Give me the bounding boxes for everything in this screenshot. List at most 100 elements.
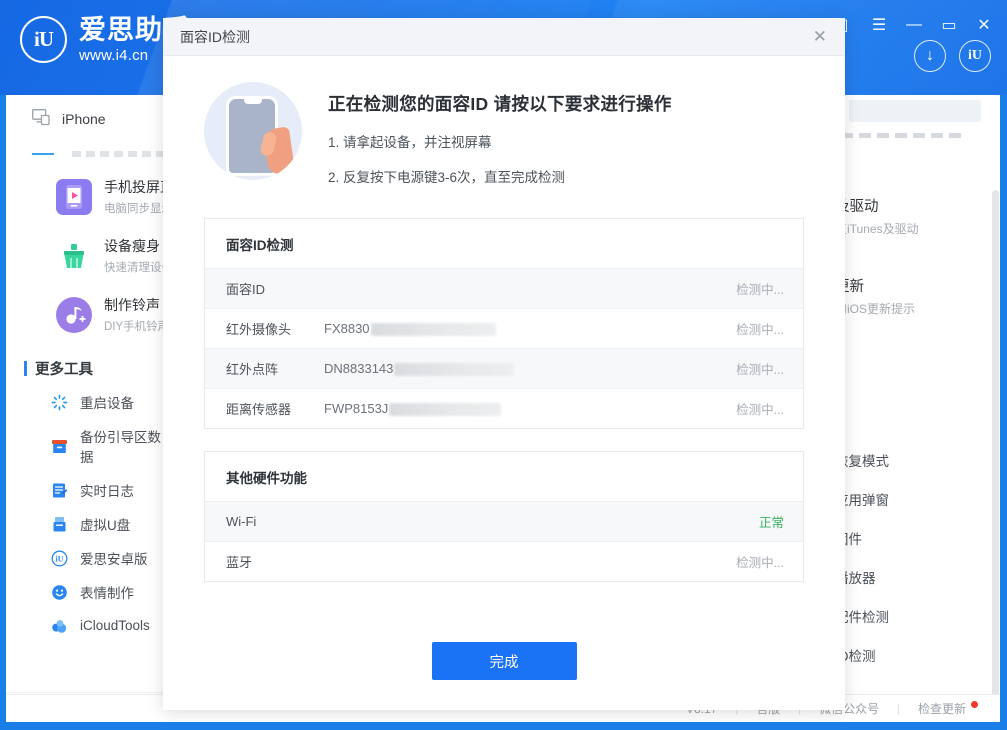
dialog-body: 正在检测您的面容ID 请按以下要求进行操作 1. 请拿起设备，并注视屏幕 2. …: [163, 56, 845, 710]
confirm-button[interactable]: 完成: [431, 642, 577, 680]
phone-notch-icon: [244, 99, 262, 104]
menu-icon[interactable]: ☰: [870, 16, 888, 34]
row-label: 蓝牙: [226, 555, 253, 570]
phone-in-hand-illustration: [204, 82, 302, 180]
sidebar-tool-make-ringtone[interactable]: 制作铃声 DIY手机铃声: [6, 285, 170, 344]
brand-logo-icon: iU: [20, 16, 67, 63]
status-badge: 正常: [758, 516, 784, 530]
row-value: FX8830: [324, 321, 736, 337]
status-check-update[interactable]: 检查更新: [900, 700, 984, 717]
sidebar-item-label: 实时日志: [80, 484, 134, 499]
minimize-icon[interactable]: —: [905, 16, 923, 34]
row-label: 距离传感器: [226, 402, 292, 417]
other-hardware-card: 其他硬件功能 Wi-Fi 正常 蓝牙 检测中...: [204, 451, 804, 582]
android-icon: iU: [50, 549, 69, 568]
sidebar-tool-title: 制作铃声: [104, 297, 160, 313]
table-row: 蓝牙 检测中...: [205, 541, 803, 581]
card-title: 其他硬件功能: [226, 471, 307, 486]
row-value-text: DN8833143: [324, 360, 394, 376]
sidebar-item-aisi-android[interactable]: iU 爱思安卓版: [6, 541, 168, 575]
vertical-scrollbar[interactable]: [992, 190, 999, 700]
close-icon[interactable]: ✕: [809, 26, 831, 47]
sidebar-tool-sub: DIY手机铃声: [104, 321, 170, 333]
sidebar-tool-title: 手机投屏直播: [104, 179, 188, 195]
update-badge-dot: [971, 701, 978, 708]
table-row: 红外摄像头 FX8830 检测中...: [205, 308, 803, 348]
faceid-detection-dialog: 面容ID检测 ✕ 正在检测您的面容ID 请按以下要求进行操作 1. 请拿起设备，…: [163, 18, 845, 710]
sidebar-item-label: 爱思安卓版: [80, 552, 148, 567]
sidebar-item-realtime-log[interactable]: 实时日志: [6, 473, 168, 507]
redacted-serial: [394, 363, 515, 377]
sidebar-item-icloud-tools[interactable]: iCloudTools: [6, 609, 168, 642]
window-frame-bottom: [0, 722, 1007, 730]
sidebar: iPhone 手机投屏直播 电脑同步显示 设备瘦身 快速清理设备 制作铃声 DI…: [6, 95, 192, 722]
instruction-block: 正在检测您的面容ID 请按以下要求进行操作 1. 请拿起设备，并注视屏幕 2. …: [163, 56, 845, 186]
status-badge: 检测中...: [736, 323, 784, 337]
usb-icon: [50, 515, 69, 534]
sidebar-tool-screen-mirror[interactable]: 手机投屏直播 电脑同步显示: [6, 167, 188, 226]
screen-mirror-icon: [56, 178, 92, 215]
sidebar-tool-sub: 电脑同步显示: [104, 203, 173, 215]
sidebar-section-label: 更多工具: [35, 362, 93, 378]
backup-icon: [50, 437, 69, 456]
restart-icon: [50, 393, 69, 412]
table-row: 距离传感器 FWP8153J 检测中...: [205, 388, 803, 428]
log-icon: [50, 481, 69, 500]
sidebar-tool-sub: 快速清理设备: [104, 262, 173, 274]
sidebar-item-label: iCloudTools: [80, 618, 150, 633]
dialog-header: 面容ID检测 ✕: [163, 18, 845, 56]
redacted-serial: [370, 323, 496, 337]
broom-icon: [56, 238, 92, 274]
status-badge: 检测中...: [736, 363, 784, 377]
faceid-results-card: 面容ID检测 面容ID 检测中... 红外摄像头 FX8830 检测中... 红…: [204, 218, 804, 429]
content-card-update[interactable]: 更新 的iOS更新提示: [835, 275, 915, 317]
sidebar-item-backup-boot-data[interactable]: 备份引导区数据: [6, 419, 168, 473]
sidebar-item-label: 表情制作: [80, 586, 134, 601]
icloud-icon: [50, 616, 69, 635]
row-label: 红外摄像头: [226, 322, 292, 337]
status-badge: 检测中...: [736, 556, 784, 570]
dialog-footer: 完成: [163, 642, 845, 680]
card-title: 面容ID检测: [226, 238, 294, 253]
table-row: 面容ID 检测中...: [205, 268, 803, 308]
sidebar-device-label: iPhone: [62, 111, 106, 127]
table-row: 红外点阵 DN8833143 检测中...: [205, 348, 803, 388]
redacted-serial: [389, 403, 502, 417]
content-card-sub: 复iTunes及驱动: [835, 222, 919, 236]
section-accent-bar: [24, 361, 27, 376]
maximize-icon[interactable]: ▭: [940, 16, 958, 34]
status-check-update-label: 检查更新: [917, 702, 966, 716]
monitor-icon: [32, 109, 52, 129]
row-value: FWP8153J: [324, 401, 736, 417]
sidebar-item-label: 虚拟U盘: [80, 518, 131, 533]
sidebar-tool-device-slim[interactable]: 设备瘦身 快速清理设备: [6, 226, 173, 285]
sidebar-partial-row: [32, 141, 192, 167]
instruction-heading: 正在检测您的面容ID 请按以下要求进行操作: [328, 94, 672, 114]
sidebar-item-emoji-maker[interactable]: 表情制作: [6, 575, 168, 609]
close-icon[interactable]: ✕: [975, 16, 993, 34]
window-frame-right: [1000, 0, 1007, 730]
sidebar-device-item[interactable]: iPhone: [6, 95, 168, 141]
sidebar-item-label: 备份引导区数据: [80, 430, 161, 465]
row-label: 面容ID: [226, 282, 266, 297]
sidebar-item-restart-device[interactable]: 重启设备: [6, 385, 168, 419]
content-ghost-line: [841, 133, 961, 138]
music-note-icon: [56, 296, 92, 333]
content-card-title: 及驱动: [835, 199, 879, 215]
account-button[interactable]: iU: [959, 40, 991, 72]
instruction-step-2: 2. 反复按下电源键3-6次，直至完成检测: [328, 170, 566, 185]
header-action-buttons: ↓ iU: [914, 40, 991, 72]
instruction-step-1: 1. 请拿起设备，并注视屏幕: [328, 135, 492, 150]
sidebar-item-virtual-usb[interactable]: 虚拟U盘: [6, 507, 168, 541]
row-label: 红外点阵: [226, 362, 279, 377]
status-badge: 检测中...: [736, 283, 784, 297]
content-card-title: 更新: [835, 279, 864, 295]
content-top-placeholder: [849, 100, 981, 122]
row-value: DN8833143: [324, 360, 736, 377]
download-button[interactable]: ↓: [914, 40, 946, 72]
content-card-drivers[interactable]: 及驱动 复iTunes及驱动: [835, 195, 919, 237]
dialog-title: 面容ID检测: [180, 28, 250, 45]
svg-text:iU: iU: [56, 554, 64, 563]
sidebar-partial-dash: [32, 153, 54, 155]
sidebar-item-label: 重启设备: [80, 396, 134, 411]
